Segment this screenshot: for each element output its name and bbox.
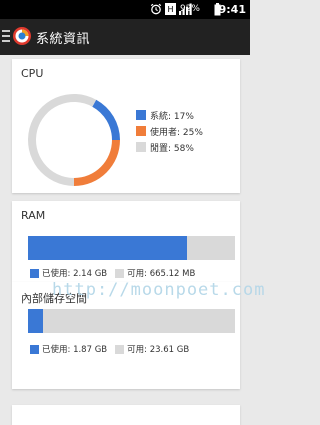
ram-free-swatch xyxy=(115,268,125,278)
storage-legend: 已使用: 1.87 GB 可用: 23.61 GB xyxy=(30,343,189,355)
storage-free-label: 可用: 23.61 GB xyxy=(127,345,190,355)
legend-item-idle: 閒置: 58% xyxy=(136,139,203,155)
cpu-legend: 系統: 17% 使用者: 25% 閒置: 58% xyxy=(136,107,203,155)
app-logo-icon[interactable] xyxy=(12,26,32,46)
cpu-card: CPU 系統: 17% 使用者: 25% 閒置: 58% xyxy=(12,59,240,193)
cpu-slice-user xyxy=(74,140,120,186)
ram-used-label: 已使用: 2.14 GB xyxy=(42,269,108,279)
legend-swatch-idle xyxy=(136,142,146,152)
legend-item-user: 使用者: 25% xyxy=(136,123,203,139)
ram-usage-fill xyxy=(28,236,188,260)
ram-free-label: 可用: 665.12 MB xyxy=(127,269,196,279)
alarm-icon xyxy=(150,3,162,15)
ram-used-swatch xyxy=(30,268,39,278)
network-type-label: H xyxy=(167,5,173,14)
legend-item-system: 系統: 17% xyxy=(136,107,203,123)
watermark: http://moonpoet.com xyxy=(52,280,266,300)
clock: 9:41 xyxy=(218,3,246,16)
storage-usage-bar xyxy=(28,309,235,333)
wifi-icon: H xyxy=(165,3,176,15)
cpu-title: CPU xyxy=(21,67,44,80)
battery-percent: 92% xyxy=(179,4,200,14)
legend-label-user: 使用者: 25% xyxy=(150,127,203,138)
storage-free-swatch xyxy=(115,344,125,354)
cpu-slice-system xyxy=(92,99,120,140)
legend-label-system: 系統: 17% xyxy=(150,111,194,122)
storage-used-swatch xyxy=(30,344,39,354)
cpu-donut-chart xyxy=(28,94,120,186)
cpu-slice-idle xyxy=(28,94,97,186)
ram-card: RAM 已使用: 2.14 GB 可用: 665.12 MB xyxy=(12,201,240,282)
ram-legend: 已使用: 2.14 GB 可用: 665.12 MB xyxy=(30,267,195,279)
legend-label-idle: 閒置: 58% xyxy=(150,143,194,154)
storage-usage-fill xyxy=(28,309,44,333)
ram-title: RAM xyxy=(21,209,46,222)
legend-swatch-user xyxy=(136,126,146,136)
storage-used-label: 已使用: 1.87 GB xyxy=(42,345,108,355)
page-title: 系統資訊 xyxy=(36,32,91,47)
action-bar: 系統資訊 xyxy=(0,19,250,55)
menu-icon[interactable] xyxy=(2,30,10,42)
next-card xyxy=(12,405,240,425)
ram-usage-bar xyxy=(28,236,235,260)
status-bar: H 92% 9:41 xyxy=(0,0,250,19)
legend-swatch-system xyxy=(136,110,146,120)
